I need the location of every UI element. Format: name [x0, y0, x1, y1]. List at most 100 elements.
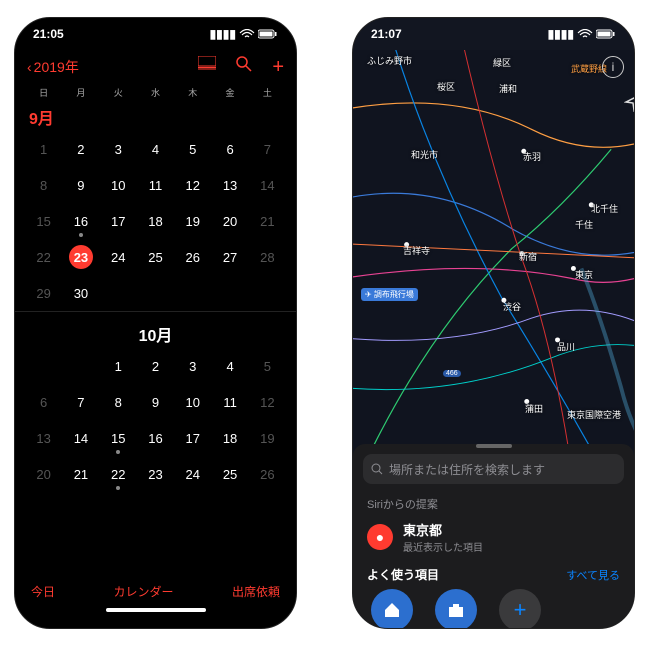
- calendar-day[interactable]: 3: [174, 348, 211, 384]
- calendar-day[interactable]: 2: [137, 348, 174, 384]
- calendar-day[interactable]: 12: [249, 384, 286, 420]
- list-view-icon[interactable]: [198, 56, 216, 79]
- calendar-day[interactable]: 11: [137, 167, 174, 203]
- calendar-day[interactable]: 14: [249, 167, 286, 203]
- calendar-day[interactable]: 27: [211, 239, 248, 275]
- map-place-label[interactable]: 東京: [575, 268, 593, 281]
- weekday: 水: [137, 86, 174, 99]
- map-place-label[interactable]: 緑区: [493, 56, 511, 69]
- today-button[interactable]: 今日: [31, 583, 55, 600]
- calendar-day[interactable]: 10: [100, 167, 137, 203]
- signal-icon: ▮▮▮▮: [210, 27, 236, 41]
- wifi-icon: [239, 29, 255, 39]
- favorite-work[interactable]: 勤務先: [435, 589, 477, 629]
- calendar-day[interactable]: 16: [62, 203, 99, 239]
- calendar-day[interactable]: 5: [174, 131, 211, 167]
- map-place-label[interactable]: 桜区: [437, 80, 455, 93]
- calendar-day[interactable]: 13: [25, 420, 62, 456]
- calendar-day[interactable]: 18: [211, 420, 248, 456]
- calendar-day[interactable]: 15: [25, 203, 62, 239]
- calendar-day[interactable]: 19: [174, 203, 211, 239]
- calendar-day[interactable]: 1: [25, 131, 62, 167]
- calendar-day[interactable]: 14: [62, 420, 99, 456]
- calendar-day[interactable]: 7: [249, 131, 286, 167]
- map-place-label[interactable]: 赤羽: [523, 150, 541, 163]
- calendar-day[interactable]: 3: [100, 131, 137, 167]
- see-all-button[interactable]: すべて見る: [566, 567, 620, 583]
- calendar-day[interactable]: 29: [25, 275, 62, 311]
- calendar-day[interactable]: 17: [174, 420, 211, 456]
- calendar-day[interactable]: 7: [62, 384, 99, 420]
- calendar-day[interactable]: 12: [174, 167, 211, 203]
- favorite-home[interactable]: 自宅: [371, 589, 413, 629]
- map-place-label[interactable]: 渋谷: [503, 300, 521, 313]
- calendar-day[interactable]: 13: [211, 167, 248, 203]
- calendar-day[interactable]: 11: [211, 384, 248, 420]
- calendar-day[interactable]: 20: [211, 203, 248, 239]
- home-indicator[interactable]: [106, 608, 206, 612]
- calendar-scroll[interactable]: 9月 1234567891011121314151617181920212223…: [15, 99, 296, 579]
- search-icon[interactable]: [236, 56, 252, 79]
- map-place-label[interactable]: 吉祥寺: [403, 244, 430, 257]
- calendar-day[interactable]: 8: [100, 384, 137, 420]
- calendar-day[interactable]: 9: [62, 167, 99, 203]
- airport-badge[interactable]: ✈ 調布飛行場: [361, 288, 418, 301]
- calendar-day[interactable]: 5: [249, 348, 286, 384]
- inbox-button[interactable]: 出席依頼: [232, 583, 280, 600]
- add-event-icon[interactable]: +: [272, 56, 284, 79]
- search-input[interactable]: 場所または住所を検索します: [363, 454, 624, 484]
- siri-suggestions-header: Siriからの提案: [353, 488, 634, 516]
- calendar-day[interactable]: 23: [137, 456, 174, 492]
- map-place-label[interactable]: 品川: [557, 340, 575, 353]
- calendar-day[interactable]: 26: [174, 239, 211, 275]
- map-canvas[interactable]: ふじみ野市緑区武蔵野線桜区浦和和光市赤羽北千住千住吉祥寺新宿東京渋谷品川蒲田東京…: [353, 50, 634, 450]
- calendar-day[interactable]: 10: [174, 384, 211, 420]
- calendar-day[interactable]: 8: [25, 167, 62, 203]
- calendar-day[interactable]: 16: [137, 420, 174, 456]
- calendar-day[interactable]: 24: [100, 239, 137, 275]
- route-badge: 466: [443, 370, 461, 377]
- map-place-label[interactable]: 新宿: [519, 250, 537, 263]
- calendar-day[interactable]: 9: [137, 384, 174, 420]
- calendar-day[interactable]: 21: [249, 203, 286, 239]
- calendar-day[interactable]: 26: [249, 456, 286, 492]
- calendar-day[interactable]: 4: [137, 131, 174, 167]
- map-place-label[interactable]: 和光市: [411, 148, 438, 161]
- map-place-label[interactable]: ふじみ野市: [367, 54, 412, 67]
- calendar-day[interactable]: 6: [25, 384, 62, 420]
- map-place-label[interactable]: 浦和: [499, 82, 517, 95]
- bottom-drawer[interactable]: 場所または住所を検索します Siriからの提案 ● 東京都 最近表示した項目 よ…: [353, 444, 634, 629]
- calendar-day[interactable]: 18: [137, 203, 174, 239]
- map-place-label[interactable]: 東京国際空港: [567, 408, 621, 421]
- calendar-day[interactable]: 17: [100, 203, 137, 239]
- status-icons: ▮▮▮▮: [210, 27, 278, 41]
- map-place-label[interactable]: 千住: [575, 218, 593, 231]
- calendar-day[interactable]: 6: [211, 131, 248, 167]
- calendar-day[interactable]: 30: [62, 275, 99, 311]
- calendar-nav: ‹ 2019年 +: [15, 50, 296, 84]
- back-button[interactable]: ‹ 2019年: [27, 57, 79, 77]
- calendar-day[interactable]: 15: [100, 420, 137, 456]
- calendar-day[interactable]: 25: [211, 456, 248, 492]
- work-icon: [435, 589, 477, 629]
- favorite-add[interactable]: +追加: [499, 589, 541, 629]
- calendar-day[interactable]: 22: [25, 239, 62, 275]
- calendar-day[interactable]: 23: [62, 239, 99, 275]
- calendar-day[interactable]: 21: [62, 456, 99, 492]
- info-button[interactable]: i: [602, 56, 624, 78]
- calendar-day[interactable]: 22: [100, 456, 137, 492]
- calendar-day[interactable]: 20: [25, 456, 62, 492]
- suggestion-row[interactable]: ● 東京都 最近表示した項目: [353, 516, 634, 558]
- calendar-day[interactable]: 2: [62, 131, 99, 167]
- calendar-day[interactable]: 25: [137, 239, 174, 275]
- september-grid: 1234567891011121314151617181920212223242…: [15, 131, 296, 311]
- calendar-day[interactable]: 19: [249, 420, 286, 456]
- map-place-label[interactable]: 北千住: [591, 202, 618, 215]
- calendar-day[interactable]: 24: [174, 456, 211, 492]
- calendar-day[interactable]: 1: [100, 348, 137, 384]
- map-place-label[interactable]: 蒲田: [525, 402, 543, 415]
- calendar-day[interactable]: 28: [249, 239, 286, 275]
- calendar-day[interactable]: 4: [211, 348, 248, 384]
- drawer-handle[interactable]: [476, 444, 512, 448]
- calendars-button[interactable]: カレンダー: [113, 583, 173, 600]
